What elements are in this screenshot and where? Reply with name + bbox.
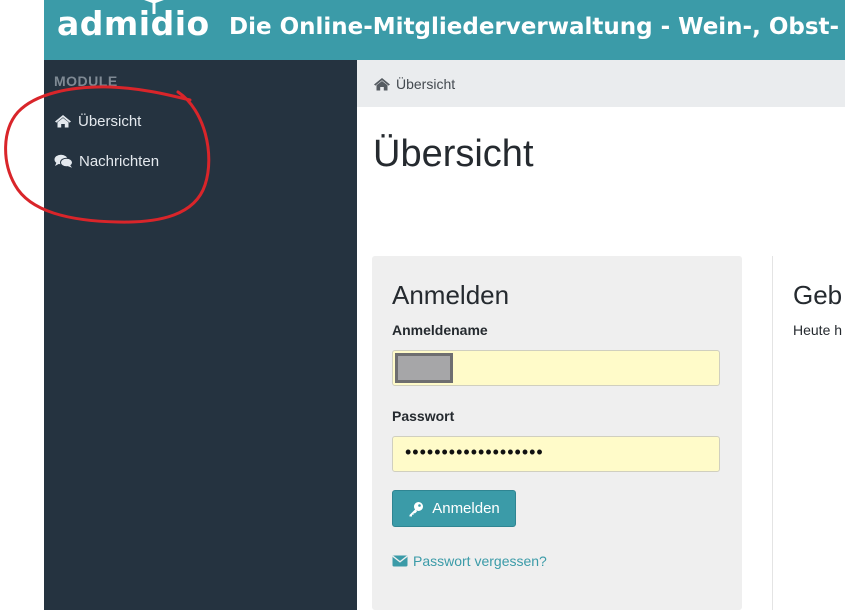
palm-leaf-icon: [144, 0, 164, 14]
username-label: Anmeldename: [392, 322, 488, 338]
page-title: Übersicht: [373, 133, 534, 175]
page: admidio Die Online-Mitgliederverwaltung …: [0, 0, 845, 610]
password-label: Passwort: [392, 408, 455, 424]
top-header: admidio Die Online-Mitgliederverwaltung …: [44, 0, 845, 60]
login-card: Anmelden Anmeldename Passwort ••••••••••…: [372, 256, 742, 610]
forgot-password-label: Passwort vergessen?: [413, 553, 547, 569]
header-title: Die Online-Mitgliederverwaltung - Wein-,…: [229, 14, 840, 40]
password-field[interactable]: •••••••••••••••••••: [392, 436, 720, 472]
sidebar-heading: MODULE: [54, 73, 118, 89]
password-mask: •••••••••••••••••••: [405, 442, 544, 462]
key-icon: [409, 501, 424, 516]
sidebar-item-label: Übersicht: [78, 112, 142, 130]
birthday-card: Geb Heute h: [772, 256, 845, 610]
home-icon: [55, 115, 71, 128]
comments-icon: [54, 154, 73, 168]
breadcrumb: Übersicht: [357, 60, 845, 107]
sidebar: MODULE Übersicht Nachrichten: [44, 60, 357, 610]
envelope-icon: [392, 555, 408, 567]
sidebar-item-uebersicht[interactable]: Übersicht: [54, 110, 141, 132]
login-button[interactable]: Anmelden: [392, 490, 516, 527]
birthday-card-title: Geb: [793, 280, 843, 310]
sidebar-item-label: Nachrichten: [79, 152, 160, 170]
admidio-logo[interactable]: admidio: [57, 4, 210, 43]
breadcrumb-item-uebersicht[interactable]: Übersicht: [373, 76, 455, 92]
forgot-password-link[interactable]: Passwort vergessen?: [392, 553, 547, 569]
birthday-card-text: Heute h: [793, 322, 843, 338]
home-icon: [374, 77, 390, 90]
redacted-username: [395, 353, 453, 383]
logo-text: admidio: [57, 4, 210, 43]
login-button-label: Anmelden: [432, 500, 500, 517]
login-card-title: Anmelden: [392, 280, 510, 310]
username-field[interactable]: [392, 350, 720, 386]
sidebar-item-nachrichten[interactable]: Nachrichten: [54, 150, 159, 172]
breadcrumb-label: Übersicht: [396, 75, 456, 92]
